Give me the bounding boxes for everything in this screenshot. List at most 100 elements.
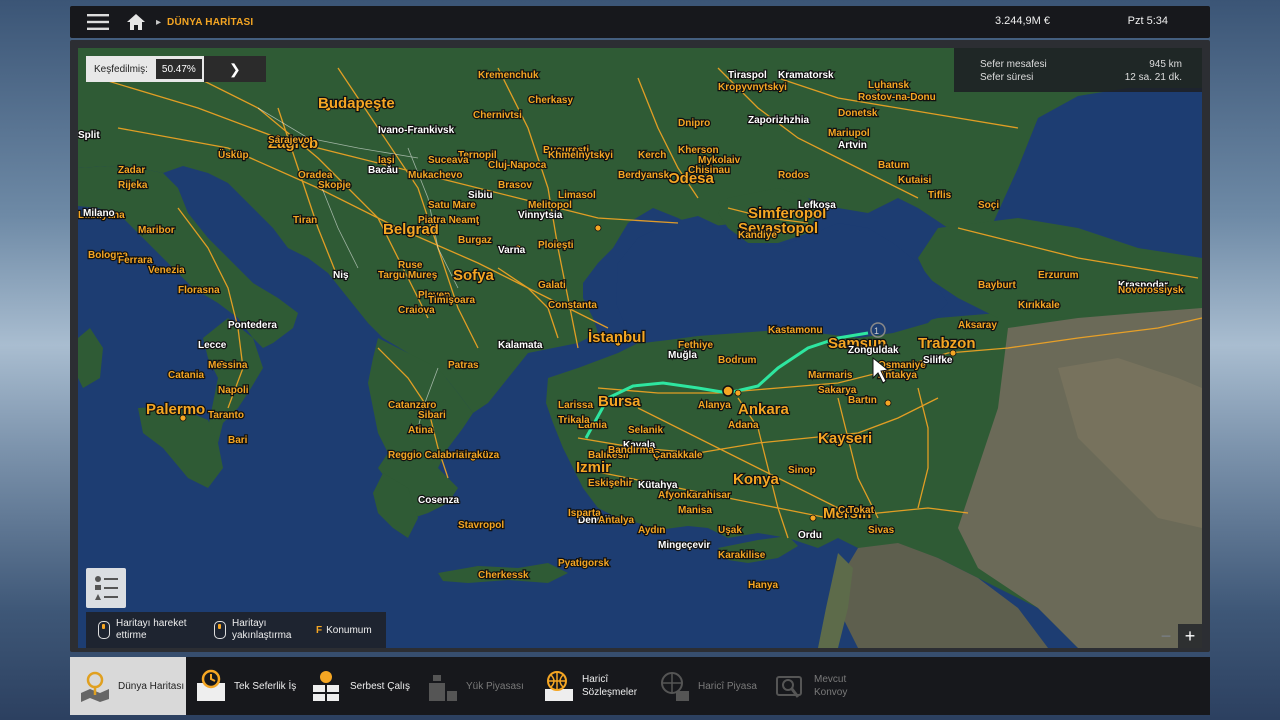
map-label: Cosenza	[418, 495, 460, 506]
nav-freight-market[interactable]: Serbest Çalış	[302, 657, 418, 715]
map-label: Zadar	[118, 165, 145, 176]
map-label: Sarajevo	[268, 135, 310, 146]
map-label: Piatra Neamţ	[418, 215, 480, 226]
map-label: Palermo	[146, 401, 205, 418]
map-label: Satu Mare	[428, 200, 476, 211]
map-label: Ploieşti	[538, 240, 574, 251]
nav-label: Yük Piyasası	[466, 680, 524, 692]
svg-text:1: 1	[874, 326, 879, 336]
hamburger-menu-icon[interactable]	[82, 6, 114, 38]
map-label: Isparta	[568, 508, 601, 519]
map-label: Taranto	[208, 410, 244, 421]
map-label: Sinop	[788, 465, 816, 476]
top-bar: ▸ DÜNYA HARİTASI 3.244,9M € Pzt 5:34	[70, 6, 1210, 38]
map-label: Muğla	[668, 350, 697, 361]
map-label: Sofya	[453, 267, 495, 284]
map-label: Atina	[408, 425, 433, 436]
map-label: Targu Mureş	[378, 270, 438, 281]
map-label: Luhansk	[868, 80, 910, 91]
nav-label: Tek Seferlik İş	[234, 680, 297, 692]
map-label: Bari	[228, 435, 248, 446]
nav-cargo-market[interactable]: Yük Piyasası	[418, 657, 534, 715]
cargo-market-icon	[429, 675, 457, 701]
map-label: Afyonkarahisar	[658, 490, 731, 501]
hint-locate-key: F	[316, 624, 323, 636]
nav-world-map[interactable]: Dünya Haritası	[70, 657, 186, 715]
map-label: Napoli	[218, 385, 249, 396]
map-label: Khmelnytskyi	[548, 150, 613, 161]
map-label: İstanbul	[588, 329, 646, 346]
map-label: Ordu	[798, 530, 822, 541]
map-label: Eskişehir	[588, 478, 633, 489]
map-label: Mingeçevir	[658, 540, 710, 551]
map-label: Berdyansk	[618, 170, 670, 181]
map-label: Alanya	[698, 400, 731, 411]
map-label: Kastamonu	[768, 325, 822, 336]
map-label: Lecce	[198, 340, 227, 351]
zoom-in-button[interactable]: +	[1178, 624, 1202, 648]
chevron-right-icon[interactable]: ❯	[203, 56, 266, 82]
map-label: Venezia	[148, 265, 185, 276]
explored-panel: Keşfedilmiş: 50.47% ❯	[86, 56, 266, 82]
map-label: Kayseri	[818, 430, 872, 447]
map-label: Rijeka	[118, 180, 148, 191]
nav-quick-job[interactable]: Tek Seferlik İş	[186, 657, 302, 715]
zoom-controls: − +	[1154, 624, 1202, 648]
nav-label: Haricî Piyasa	[698, 680, 757, 692]
external-market-icon	[661, 672, 689, 701]
zoom-out-button[interactable]: −	[1154, 624, 1178, 648]
map-label: Izmir	[576, 459, 611, 476]
map-label: Erzurum	[1038, 270, 1079, 281]
map-label: Skopje	[318, 180, 351, 191]
map-label: Bursa	[598, 393, 641, 410]
map-label: Batum	[878, 160, 909, 171]
map-label: Timişoara	[428, 295, 475, 306]
map-canvas[interactable]: Belgrad İstanbul Ankara Bursa Izmir Kony…	[78, 48, 1202, 648]
explored-value: 50.47%	[155, 59, 202, 79]
map-label: Aksaray	[958, 320, 997, 331]
map-label: Bacău	[368, 165, 398, 176]
route-time-value: 12 sa. 21 dk.	[1124, 72, 1182, 83]
map-label: Burgaz	[458, 235, 492, 246]
world-map-icon	[81, 671, 109, 702]
map-label: Stavropol	[458, 520, 504, 531]
map-label: Donetsk	[838, 108, 878, 119]
map-label: Rostov-na-Donu	[858, 92, 936, 103]
nav-label: Serbest Çalış	[350, 680, 411, 692]
nav-convoy[interactable]: Mevcut Konvoy	[766, 657, 882, 715]
map-label: Lefkoşa	[798, 200, 836, 211]
map-label: Artvin	[838, 140, 867, 151]
map-label: Selanik	[628, 425, 663, 436]
money-balance: 3.244,9M €	[994, 15, 1050, 27]
map-label: Mariupol	[828, 128, 870, 139]
map-label: Kırıkkale	[1018, 300, 1060, 311]
map-label: Tokat	[848, 505, 875, 516]
control-hints: Haritayı hareket ettirme Haritayı yakınl…	[86, 612, 386, 648]
map-label: Vinnytsia	[518, 210, 563, 221]
map-legend-button[interactable]	[86, 568, 126, 608]
external-contracts-icon	[545, 671, 573, 701]
breadcrumb[interactable]: DÜNYA HARİTASI	[167, 17, 253, 28]
nav-external-market[interactable]: Haricî Piyasa	[650, 657, 766, 715]
map-label: Zaporizhzhia	[748, 115, 810, 126]
nav-label: Mevcut Konvoy	[814, 674, 848, 698]
quick-job-icon	[197, 669, 225, 701]
nav-external-contracts[interactable]: Haricî Sözleşmeler	[534, 657, 650, 715]
map-label: Niş	[333, 270, 349, 281]
nav-label: Haricî Sözleşmeler	[582, 674, 638, 698]
hint-locate: F Konumum	[316, 625, 372, 636]
map-label: Maribor	[138, 225, 175, 236]
world-map[interactable]: Belgrad İstanbul Ankara Bursa Izmir Kony…	[78, 48, 1202, 648]
map-label: Chisinau	[688, 165, 730, 176]
map-label: Zonguldak	[848, 345, 899, 356]
map-label: Kropyvnytskyi	[718, 82, 787, 93]
map-label: Sivas	[868, 525, 895, 536]
home-icon[interactable]	[122, 8, 150, 36]
route-distance-value: 945 km	[1149, 59, 1182, 70]
mouse-left-icon	[98, 621, 110, 639]
map-label: Ivano-Frankivsk	[378, 125, 455, 136]
map-label: Brasov	[498, 180, 532, 191]
map-label: Kalamata	[498, 340, 543, 351]
hint-locate-label: Konumum	[326, 624, 372, 636]
legend-list-icon	[95, 576, 118, 600]
